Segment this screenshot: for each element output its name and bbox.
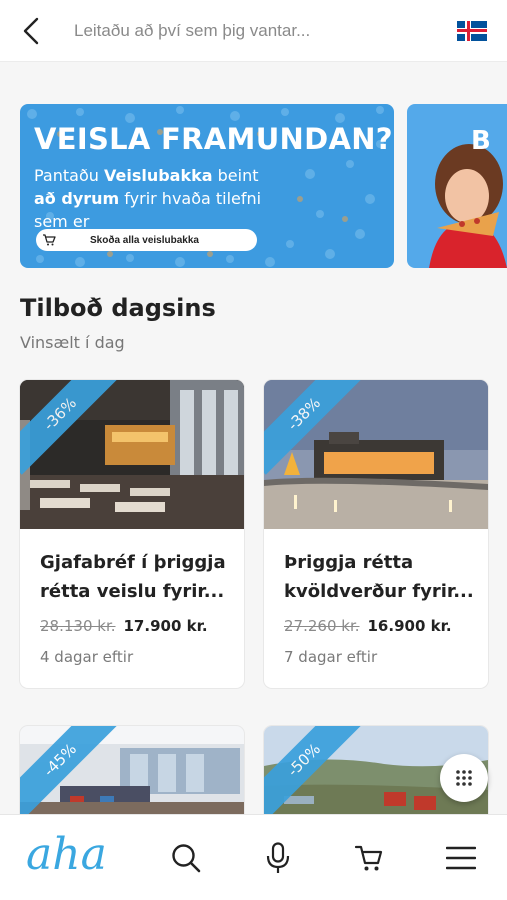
nav-cart[interactable] — [324, 815, 416, 900]
top-bar: Leitaðu að því sem þig vantar... — [0, 0, 507, 62]
bottom-navigation: aha — [0, 814, 507, 900]
deal-prices: 27.260 kr. 16.900 kr. — [284, 617, 452, 635]
chevron-left-icon — [23, 17, 39, 44]
promo-banner-secondary[interactable]: B — [407, 104, 507, 268]
cart-icon — [36, 234, 62, 246]
iceland-flag-icon[interactable] — [457, 20, 487, 41]
banner2-letter: B — [471, 126, 491, 156]
banner-subtitle: Pantaðu Veislubakka beint að dyrum fyrir… — [34, 166, 262, 231]
days-left: 7 dagar eftir — [284, 648, 378, 666]
hotel-lobby-image: -45% — [20, 726, 244, 816]
old-price: 27.260 kr. — [284, 617, 360, 635]
promo-banner[interactable]: VEISLA FRAMUNDAN? Pantaðu Veislubakka be… — [20, 104, 394, 268]
restaurant-interior-image: -36% — [20, 380, 244, 529]
new-price: 16.900 kr. — [367, 617, 452, 635]
grid-icon — [456, 770, 472, 786]
banner-title: VEISLA FRAMUNDAN? — [34, 122, 393, 156]
nav-menu[interactable] — [415, 815, 507, 900]
nav-search[interactable] — [140, 815, 232, 900]
microphone-icon — [266, 841, 289, 873]
deal-title: Þriggja rétta kvöldverður fyrir... — [284, 552, 474, 602]
section-subtitle: Vinsælt í dag — [20, 333, 125, 352]
woman-pizza-image — [429, 144, 507, 268]
deal-prices: 28.130 kr. 17.900 kr. — [40, 617, 208, 635]
deal-title: Gjafabréf í þriggja réttа veislu fyrir..… — [40, 552, 226, 602]
promo-carousel[interactable]: VEISLA FRAMUNDAN? Pantaðu Veislubakka be… — [20, 104, 507, 268]
old-price: 28.130 kr. — [40, 617, 116, 635]
new-price: 17.900 kr. — [123, 617, 208, 635]
apps-grid-button[interactable] — [440, 754, 488, 802]
nav-voice[interactable] — [232, 815, 324, 900]
search-icon — [172, 843, 201, 872]
deal-card[interactable]: -38% Þriggja rétta kvöldverður fyrir... … — [264, 380, 488, 688]
days-left: 4 dagar eftir — [40, 648, 134, 666]
aha-logo[interactable]: aha — [0, 829, 140, 880]
hotel-exterior-image: -38% — [264, 380, 488, 529]
menu-icon — [446, 846, 477, 869]
deal-card[interactable]: -36% Gjafabréf í þriggja réttа veislu fy… — [20, 380, 244, 688]
view-platters-button[interactable]: Skoða alla veislubakka — [36, 229, 257, 251]
back-button[interactable] — [0, 0, 62, 62]
search-input[interactable]: Leitaðu að því sem þig vantar... — [62, 21, 457, 41]
section-title: Tilboð dagsins — [20, 294, 216, 322]
deal-card[interactable]: -45% — [20, 726, 244, 816]
view-platters-label: Skoða alla veislubakka — [90, 234, 199, 246]
cart-icon — [355, 845, 383, 870]
